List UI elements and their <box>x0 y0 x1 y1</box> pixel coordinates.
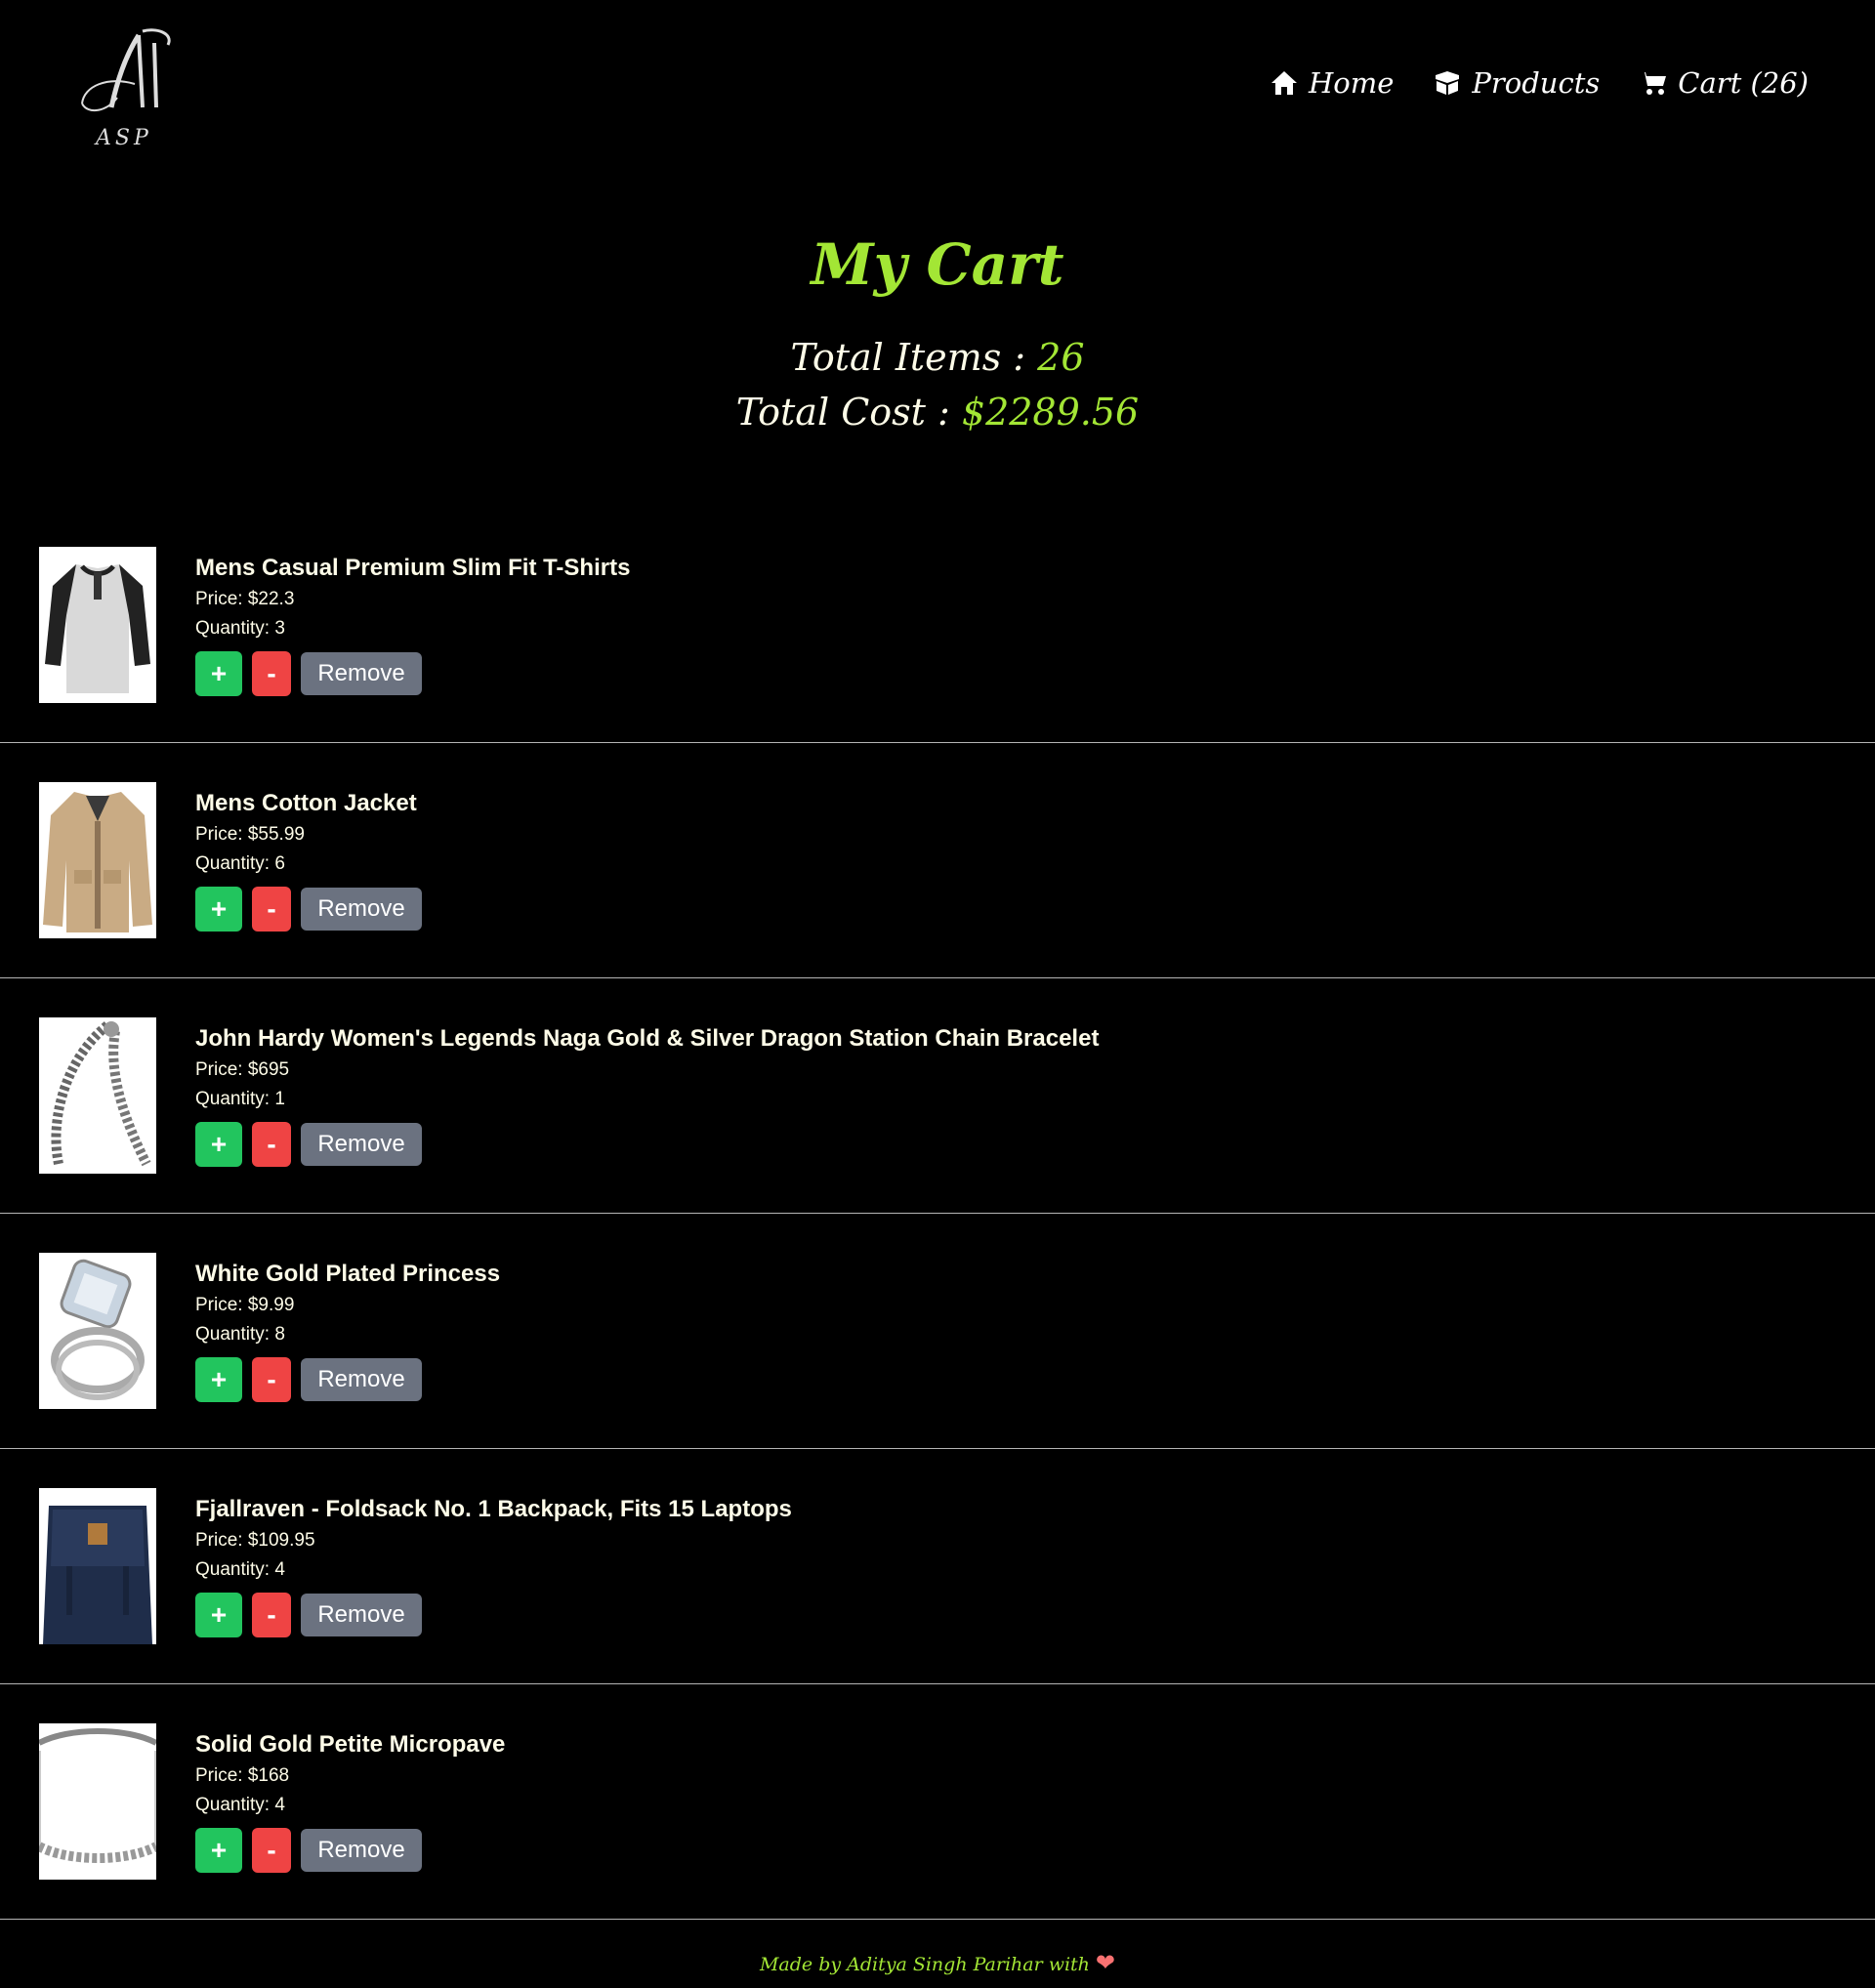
total-items-value: 26 <box>1037 336 1085 379</box>
nav-products-label: Products <box>1472 66 1601 100</box>
item-title: Fjallraven - Foldsack No. 1 Backpack, Fi… <box>195 1496 792 1522</box>
remove-button[interactable]: Remove <box>301 1829 422 1872</box>
cart-summary: My Cart Total Items : 26 Total Cost : $2… <box>0 223 1875 439</box>
footer-text: Made by Aditya Singh Parihar with <box>759 1954 1090 1975</box>
item-price: Price: $22.3 <box>195 589 295 609</box>
band-ring-image <box>39 1723 156 1880</box>
box-icon <box>1436 71 1460 95</box>
decrease-button[interactable]: - <box>252 651 291 696</box>
nav: Home Products Cart (26) <box>1270 66 1809 100</box>
remove-button[interactable]: Remove <box>301 1358 422 1401</box>
item-price: Price: $55.99 <box>195 824 305 845</box>
total-cost-value: $2289.56 <box>961 391 1140 434</box>
remove-button[interactable]: Remove <box>301 652 422 695</box>
cart-icon <box>1640 72 1667 95</box>
page-title: My Cart <box>811 231 1064 298</box>
total-cost-label: Total Cost : <box>735 391 950 434</box>
cart-item: Fjallraven - Foldsack No. 1 Backpack, Fi… <box>0 1449 1875 1684</box>
cart-item: Solid Gold Petite Micropave Price: $168 … <box>0 1684 1875 1920</box>
decrease-button[interactable]: - <box>252 887 291 932</box>
decrease-button[interactable]: - <box>252 1357 291 1402</box>
bracelet-image <box>39 1017 156 1174</box>
decrease-button[interactable]: - <box>252 1593 291 1637</box>
item-price: Price: $695 <box>195 1059 290 1080</box>
item-info: Mens Cotton Jacket Price: $55.99 Quantit… <box>195 787 422 932</box>
home-icon <box>1271 71 1297 95</box>
cart-item: Mens Casual Premium Slim Fit T-Shirts Pr… <box>0 508 1875 743</box>
nav-home-label: Home <box>1308 66 1395 100</box>
item-actions: + - Remove <box>195 651 630 696</box>
footer: Made by Aditya Singh Parihar with ❤ <box>0 1943 1875 1982</box>
total-items-label: Total Items : <box>790 336 1026 379</box>
decrease-button[interactable]: - <box>252 1122 291 1167</box>
nav-home[interactable]: Home <box>1270 66 1394 100</box>
logo[interactable]: ASP <box>78 27 180 152</box>
cart-item: Mens Cotton Jacket Price: $55.99 Quantit… <box>0 743 1875 978</box>
increase-button[interactable]: + <box>195 1828 242 1873</box>
remove-button[interactable]: Remove <box>301 888 422 931</box>
nav-products[interactable]: Products <box>1433 66 1600 100</box>
item-info: Mens Casual Premium Slim Fit T-Shirts Pr… <box>195 552 630 696</box>
item-actions: + - Remove <box>195 1593 792 1637</box>
increase-button[interactable]: + <box>195 1593 242 1637</box>
increase-button[interactable]: + <box>195 1122 242 1167</box>
backpack-image <box>39 1488 156 1644</box>
item-title: Mens Casual Premium Slim Fit T-Shirts <box>195 555 631 581</box>
item-title: Mens Cotton Jacket <box>195 790 417 816</box>
item-title: Solid Gold Petite Micropave <box>195 1731 506 1758</box>
svg-text:ASP: ASP <box>94 126 152 150</box>
item-quantity: Quantity: 4 <box>195 1795 285 1815</box>
item-title: White Gold Plated Princess <box>195 1261 501 1287</box>
item-price: Price: $168 <box>195 1765 290 1786</box>
item-price: Price: $9.99 <box>195 1295 295 1315</box>
item-actions: + - Remove <box>195 1122 1099 1167</box>
item-title: John Hardy Women's Legends Naga Gold & S… <box>195 1025 1100 1052</box>
tshirt-image <box>39 547 156 703</box>
remove-button[interactable]: Remove <box>301 1123 422 1166</box>
remove-button[interactable]: Remove <box>301 1594 422 1636</box>
item-info: White Gold Plated Princess Price: $9.99 … <box>195 1258 500 1402</box>
cart-item: John Hardy Women's Legends Naga Gold & S… <box>0 978 1875 1214</box>
jacket-image <box>39 782 156 938</box>
cart-list: Mens Casual Premium Slim Fit T-Shirts Pr… <box>0 508 1875 1920</box>
item-quantity: Quantity: 8 <box>195 1324 285 1345</box>
total-items: Total Items : 26 <box>0 330 1875 385</box>
header: ASP Home Products Cart (26) <box>0 0 1875 186</box>
item-info: Fjallraven - Foldsack No. 1 Backpack, Fi… <box>195 1493 792 1637</box>
increase-button[interactable]: + <box>195 651 242 696</box>
item-actions: + - Remove <box>195 1357 500 1402</box>
item-quantity: Quantity: 6 <box>195 853 285 874</box>
item-price: Price: $109.95 <box>195 1530 315 1551</box>
item-actions: + - Remove <box>195 887 422 932</box>
heart-icon: ❤ <box>1095 1949 1116 1976</box>
nav-cart[interactable]: Cart (26) <box>1639 66 1809 100</box>
logo-icon: ASP <box>81 28 171 150</box>
increase-button[interactable]: + <box>195 887 242 932</box>
nav-cart-label: Cart (26) <box>1678 66 1809 100</box>
item-info: Solid Gold Petite Micropave Price: $168 … <box>195 1728 505 1873</box>
total-cost: Total Cost : $2289.56 <box>0 385 1875 439</box>
item-quantity: Quantity: 1 <box>195 1089 285 1109</box>
decrease-button[interactable]: - <box>252 1828 291 1873</box>
item-actions: + - Remove <box>195 1828 505 1873</box>
increase-button[interactable]: + <box>195 1357 242 1402</box>
item-quantity: Quantity: 4 <box>195 1559 285 1580</box>
cart-item: White Gold Plated Princess Price: $9.99 … <box>0 1214 1875 1449</box>
item-info: John Hardy Women's Legends Naga Gold & S… <box>195 1022 1099 1167</box>
item-quantity: Quantity: 3 <box>195 618 285 639</box>
ring-image <box>39 1253 156 1409</box>
